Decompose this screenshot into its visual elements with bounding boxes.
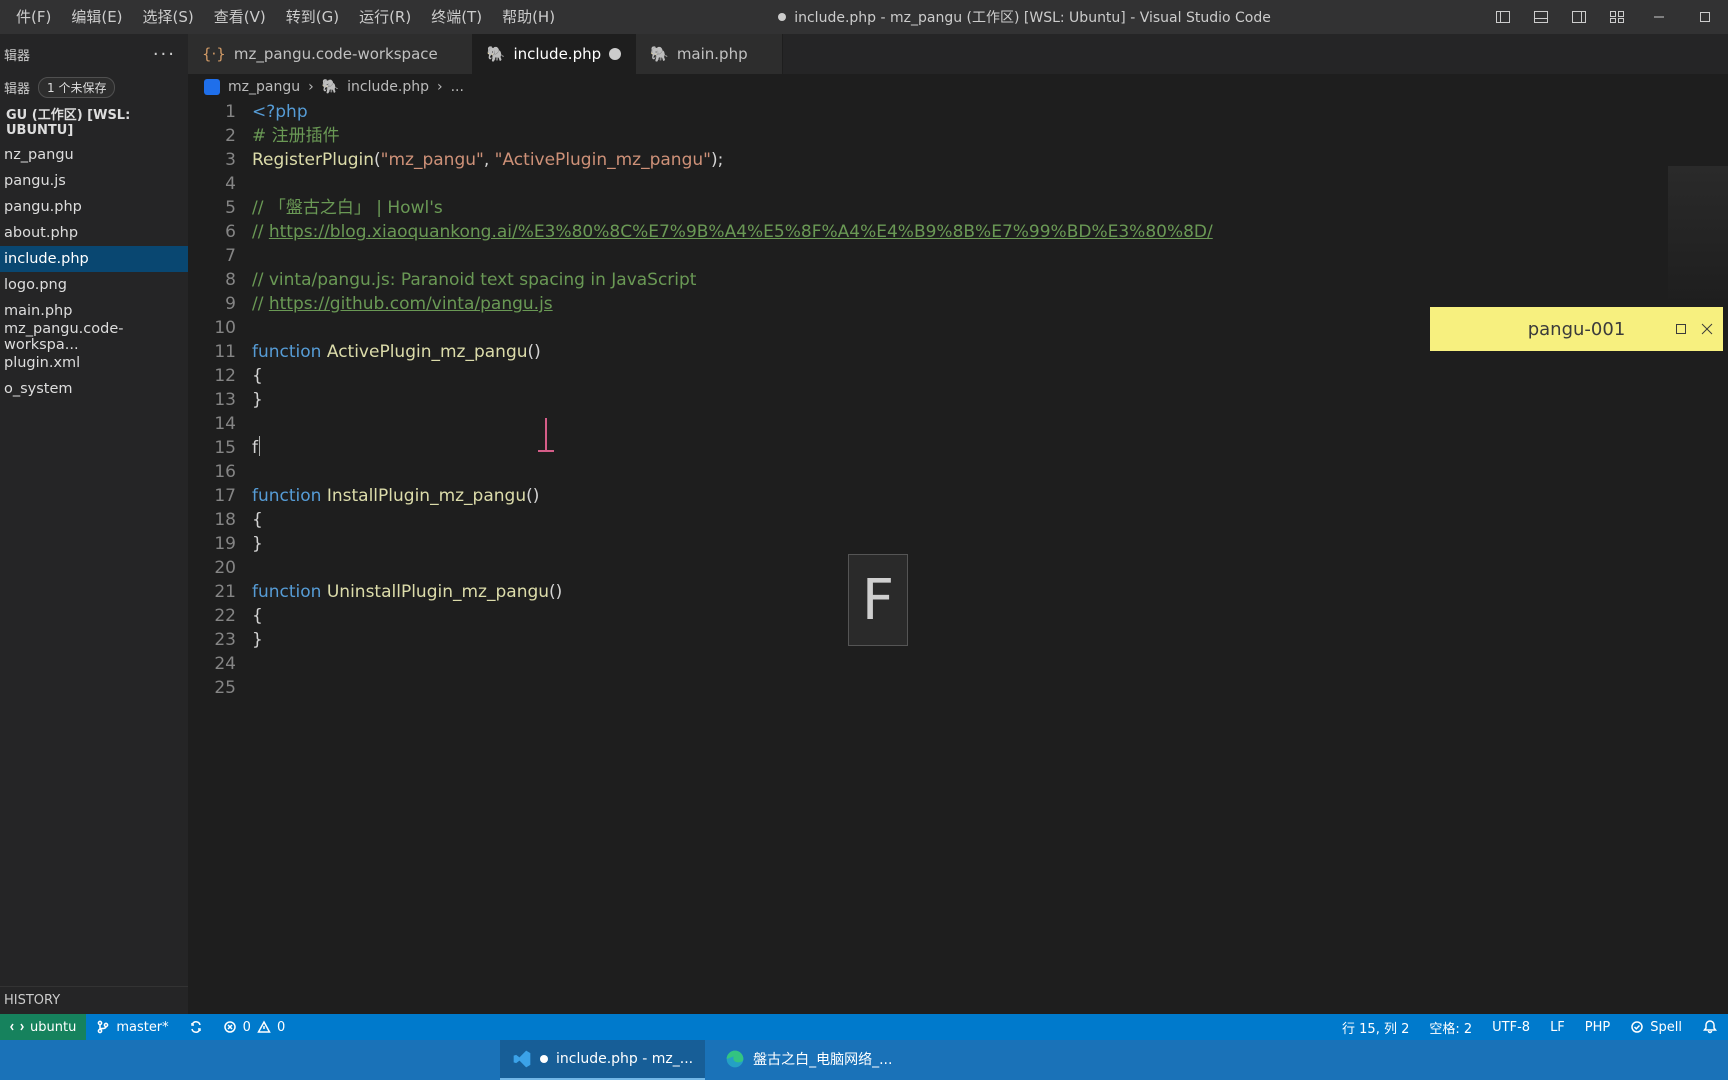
layout-sidebar-left-icon[interactable] bbox=[1484, 0, 1522, 34]
file-item[interactable]: include.php bbox=[0, 246, 188, 272]
menu-edit[interactable]: 编辑(E) bbox=[61, 0, 132, 34]
vscode-icon bbox=[512, 1049, 532, 1069]
workspace-icon: {·} bbox=[202, 45, 226, 63]
eol[interactable]: LF bbox=[1540, 1020, 1575, 1035]
explorer-title: 辑器 bbox=[0, 45, 30, 64]
titlebar: 件(F) 编辑(E) 选择(S) 查看(V) 转到(G) 运行(R) 终端(T)… bbox=[0, 0, 1728, 34]
menubar: 件(F) 编辑(E) 选择(S) 查看(V) 转到(G) 运行(R) 终端(T)… bbox=[6, 0, 565, 34]
unsaved-badge: 1 个未保存 bbox=[38, 77, 115, 98]
chevron-right-icon: › bbox=[437, 79, 443, 95]
file-item[interactable]: plugin.xml bbox=[0, 350, 188, 376]
window-maximize[interactable] bbox=[1682, 0, 1728, 34]
menu-go[interactable]: 转到(G) bbox=[276, 0, 349, 34]
open-editors-label: 辑器 bbox=[4, 78, 30, 97]
breadcrumb-1[interactable]: include.php bbox=[347, 79, 429, 95]
menu-run[interactable]: 运行(R) bbox=[349, 0, 421, 34]
modified-dot-icon bbox=[540, 1055, 548, 1063]
taskbar-app-edge[interactable]: 盤古之白_电脑网络_... bbox=[713, 1040, 904, 1080]
modified-dot-icon bbox=[778, 13, 786, 21]
editor-tab[interactable]: 🐘 include.php bbox=[473, 34, 636, 74]
taskbar-label: 盤古之白_电脑网络_... bbox=[753, 1049, 892, 1069]
editor-tab[interactable]: 🐘 main.php bbox=[636, 34, 782, 74]
taskbar-app-vscode[interactable]: include.php - mz_... bbox=[500, 1040, 705, 1080]
key-press-overlay: F bbox=[848, 554, 908, 646]
tab-label: main.php bbox=[677, 45, 748, 63]
explorer-more-icon[interactable]: ··· bbox=[153, 44, 176, 65]
menu-view[interactable]: 查看(V) bbox=[204, 0, 276, 34]
os-taskbar: include.php - mz_... 盤古之白_电脑网络_... bbox=[0, 1040, 1728, 1080]
file-item[interactable]: nz_pangu bbox=[0, 142, 188, 168]
menu-file[interactable]: 件(F) bbox=[6, 0, 61, 34]
tab-modified-dot-icon bbox=[609, 48, 621, 60]
git-branch[interactable]: master* bbox=[86, 1020, 178, 1035]
php-icon: 🐘 bbox=[650, 45, 669, 63]
breadcrumb-2[interactable]: ... bbox=[451, 79, 464, 95]
menu-terminal[interactable]: 终端(T) bbox=[421, 0, 492, 34]
tab-label: include.php bbox=[513, 45, 601, 63]
tab-close-icon[interactable] bbox=[756, 48, 768, 60]
file-item[interactable]: pangu.js bbox=[0, 168, 188, 194]
notifications-icon[interactable] bbox=[1692, 1019, 1728, 1035]
file-item[interactable]: mz_pangu.code-workspa... bbox=[0, 324, 188, 350]
layout-customize-icon[interactable] bbox=[1598, 0, 1636, 34]
breadcrumb-0[interactable]: mz_pangu bbox=[228, 79, 300, 95]
sticky-maximize-icon[interactable] bbox=[1675, 323, 1687, 335]
taskbar-label: include.php - mz_... bbox=[556, 1051, 693, 1067]
chevron-right-icon: › bbox=[308, 79, 314, 95]
menu-help[interactable]: 帮助(H) bbox=[492, 0, 565, 34]
php-icon: 🐘 bbox=[487, 45, 506, 63]
minimap[interactable] bbox=[1668, 166, 1728, 306]
sticky-note[interactable]: pangu-001 bbox=[1430, 307, 1723, 351]
window-minimize[interactable] bbox=[1636, 0, 1682, 34]
sticky-note-text: pangu-001 bbox=[1528, 319, 1626, 340]
git-sync[interactable] bbox=[179, 1020, 213, 1034]
editor-tabs: {·} mz_pangu.code-workspace 🐘 include.php 🐘 m… bbox=[188, 34, 1728, 74]
encoding[interactable]: UTF-8 bbox=[1482, 1020, 1540, 1035]
sticky-close-icon[interactable] bbox=[1701, 323, 1713, 335]
explorer-panel: 辑器 ··· 辑器 1 个未保存 GU (工作区) [WSL: UBUNTU] … bbox=[0, 34, 188, 1014]
editor-tab[interactable]: {·} mz_pangu.code-workspace bbox=[188, 34, 473, 74]
workspace-header[interactable]: GU (工作区) [WSL: UBUNTU] bbox=[0, 100, 188, 142]
window-title: include.php - mz_pangu (工作区) [WSL: Ubunt… bbox=[794, 7, 1271, 27]
file-item[interactable]: logo.png bbox=[0, 272, 188, 298]
line-number-gutter: 1234567891011121314151617181920212223242… bbox=[188, 100, 252, 1014]
file-item[interactable]: about.php bbox=[0, 220, 188, 246]
statusbar: ubuntu master* 0 0 行 15, 列 2 空格: 2 UTF-8… bbox=[0, 1014, 1728, 1040]
layout-sidebar-right-icon[interactable] bbox=[1560, 0, 1598, 34]
php-icon: 🐘 bbox=[322, 79, 339, 95]
problems-errors[interactable]: 0 0 bbox=[213, 1020, 296, 1035]
edge-icon bbox=[725, 1049, 745, 1069]
tab-label: mz_pangu.code-workspace bbox=[234, 45, 438, 63]
breadcrumbs[interactable]: mz_pangu › 🐘 include.php › ... bbox=[188, 74, 1728, 100]
title-layout-controls bbox=[1484, 0, 1728, 34]
menu-select[interactable]: 选择(S) bbox=[133, 0, 204, 34]
folder-icon bbox=[204, 79, 220, 95]
cursor-position[interactable]: 行 15, 列 2 bbox=[1332, 1018, 1419, 1037]
remote-indicator[interactable]: ubuntu bbox=[0, 1014, 86, 1040]
indentation[interactable]: 空格: 2 bbox=[1419, 1018, 1482, 1037]
spellcheck[interactable]: Spell bbox=[1620, 1020, 1692, 1035]
tab-close-icon[interactable] bbox=[446, 48, 458, 60]
language-mode[interactable]: PHP bbox=[1575, 1020, 1620, 1035]
file-item[interactable]: pangu.php bbox=[0, 194, 188, 220]
editor-text-area[interactable]: <?php# 注册插件RegisterPlugin("mz_pangu", "A… bbox=[252, 100, 1728, 1014]
layout-panel-bottom-icon[interactable] bbox=[1522, 0, 1560, 34]
file-item[interactable]: o_system bbox=[0, 376, 188, 402]
history-section[interactable]: HISTORY bbox=[0, 986, 188, 1014]
